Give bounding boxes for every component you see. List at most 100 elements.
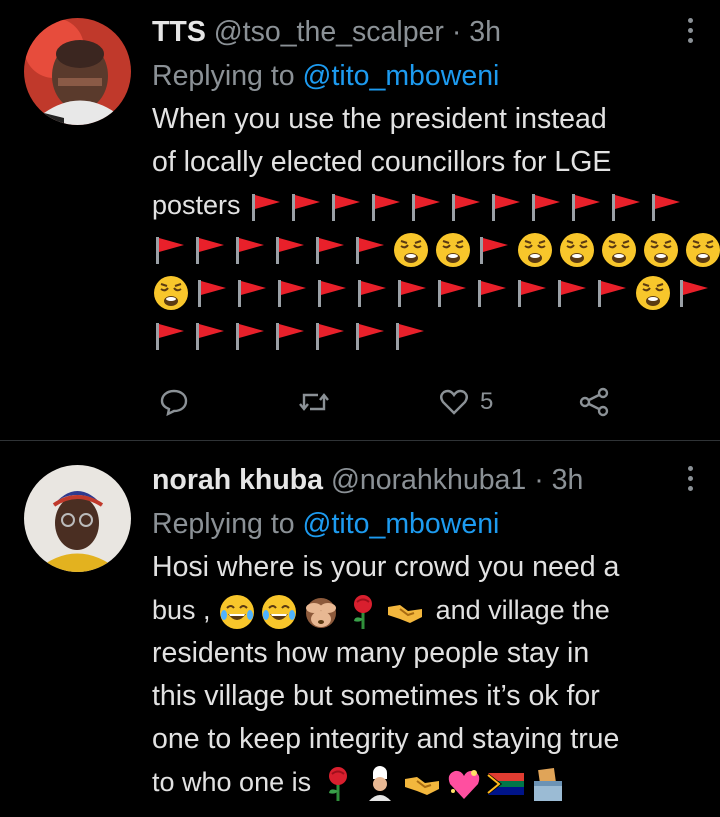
timestamp[interactable]: 3h	[552, 464, 584, 496]
emoji-group	[319, 767, 571, 797]
emoji-row	[152, 270, 696, 313]
red-flag-emoji	[514, 278, 550, 308]
joy-face-emoji	[260, 593, 298, 631]
red-flag-emoji	[352, 321, 388, 351]
red-flag-emoji	[392, 321, 428, 351]
red-flag-emoji	[152, 321, 188, 351]
user-handle[interactable]: @norahkhuba1	[331, 464, 526, 496]
emoji-group	[248, 190, 688, 220]
weary-face-emoji	[634, 274, 672, 312]
red-flag-emoji	[352, 235, 388, 265]
red-flag-emoji	[448, 192, 484, 222]
red-flag-emoji	[568, 192, 604, 222]
weary-face-emoji	[152, 274, 190, 312]
share-icon	[579, 387, 609, 417]
red-flag-emoji	[288, 192, 324, 222]
tweet-text: When you use the president instead of lo…	[152, 98, 696, 356]
mention-link[interactable]: @tito_mboweni	[303, 60, 500, 92]
red-flag-emoji	[488, 192, 524, 222]
text-line: When you use the president instead	[152, 103, 607, 135]
red-flag-emoji	[152, 235, 188, 265]
red-flag-emoji	[328, 192, 364, 222]
retweet-icon	[299, 393, 329, 411]
tweet-norah[interactable]: norah khuba @norahkhuba1 · 3h Replying t…	[0, 441, 720, 817]
text-segment: to who one is	[152, 767, 312, 797]
red-flag-emoji	[272, 321, 308, 351]
mention-link[interactable]: @tito_mboweni	[303, 508, 500, 540]
replying-prefix: Replying to	[152, 508, 295, 540]
text-word: posters	[152, 190, 241, 220]
red-flag-emoji	[608, 192, 644, 222]
weary-face-emoji	[392, 231, 430, 269]
avatar-image	[24, 18, 131, 125]
display-name[interactable]: norah khuba	[152, 464, 323, 496]
weary-face-emoji	[434, 231, 472, 269]
red-flag-emoji	[234, 278, 270, 308]
sparkling-heart-emoji	[445, 765, 483, 803]
like-button[interactable]: 5	[438, 384, 493, 420]
red-flag-emoji	[232, 321, 268, 351]
tweet-tso[interactable]: TTS @tso_the_scalper · 3h Replying to @t…	[0, 0, 720, 440]
red-flag-emoji	[274, 278, 310, 308]
emoji-group	[218, 595, 428, 625]
text-line-with-emojis: to who one is	[152, 761, 696, 804]
red-flag-emoji	[474, 278, 510, 308]
weary-face-emoji	[600, 231, 638, 269]
weary-face-emoji	[558, 231, 596, 269]
red-flag-emoji	[408, 192, 444, 222]
heart-icon	[440, 389, 468, 415]
weary-face-emoji	[516, 231, 554, 269]
user-handle[interactable]: @tso_the_scalper	[214, 16, 444, 48]
text-segment: bus ,	[152, 595, 211, 625]
avatar-image	[24, 465, 131, 572]
timestamp[interactable]: 3h	[469, 16, 501, 48]
rose-emoji	[344, 593, 382, 631]
red-flag-emoji	[676, 278, 712, 308]
replying-to: Replying to @tito_mboweni	[152, 502, 696, 546]
red-flag-emoji	[594, 278, 630, 308]
red-flag-emoji	[192, 235, 228, 265]
separator-dot: ·	[534, 464, 544, 496]
separator-dot: ·	[451, 16, 462, 48]
south-africa-flag-emoji	[487, 765, 525, 803]
red-flag-emoji	[194, 278, 230, 308]
emoji-row	[152, 227, 696, 270]
handshake-emoji	[386, 593, 424, 631]
joy-face-emoji	[218, 593, 256, 631]
text-line: this village but sometimes it’s ok for	[152, 680, 600, 712]
tweet-header: TTS @tso_the_scalper · 3h	[152, 10, 696, 54]
red-flag-emoji	[272, 235, 308, 265]
avatar[interactable]	[24, 18, 131, 125]
text-line: one to keep integrity and staying true	[152, 723, 620, 755]
red-flag-emoji	[232, 235, 268, 265]
comment-bubble-icon	[160, 389, 188, 417]
reply-button[interactable]	[158, 384, 190, 420]
red-flag-emoji	[368, 192, 404, 222]
replying-prefix: Replying to	[152, 60, 295, 92]
red-flag-emoji	[192, 321, 228, 351]
text-line: of locally elected councillors for LGE	[152, 146, 612, 178]
more-vertical-icon[interactable]	[684, 18, 696, 48]
red-flag-emoji	[528, 192, 564, 222]
red-flag-emoji	[394, 278, 430, 308]
red-flag-emoji	[312, 321, 348, 351]
red-flag-emoji	[248, 192, 284, 222]
emoji-row	[152, 313, 696, 356]
red-flag-emoji	[434, 278, 470, 308]
more-vertical-icon[interactable]	[684, 466, 696, 496]
replying-to: Replying to @tito_mboweni	[152, 54, 696, 98]
tweet-actions: 5	[158, 384, 628, 420]
red-flag-emoji	[648, 192, 684, 222]
tweet-text: Hosi where is your crowd you need a bus …	[152, 546, 696, 804]
like-count: 5	[480, 388, 494, 415]
display-name[interactable]: TTS	[152, 16, 206, 48]
retweet-button[interactable]	[298, 384, 330, 420]
red-flag-emoji	[312, 235, 348, 265]
avatar[interactable]	[24, 465, 131, 572]
text-segment: and village the	[435, 595, 610, 625]
cook-emoji	[361, 765, 399, 803]
handshake-emoji	[403, 765, 441, 803]
text-line: Hosi where is your crowd you need a	[152, 551, 620, 583]
share-button[interactable]	[578, 384, 610, 420]
red-flag-emoji	[476, 235, 512, 265]
